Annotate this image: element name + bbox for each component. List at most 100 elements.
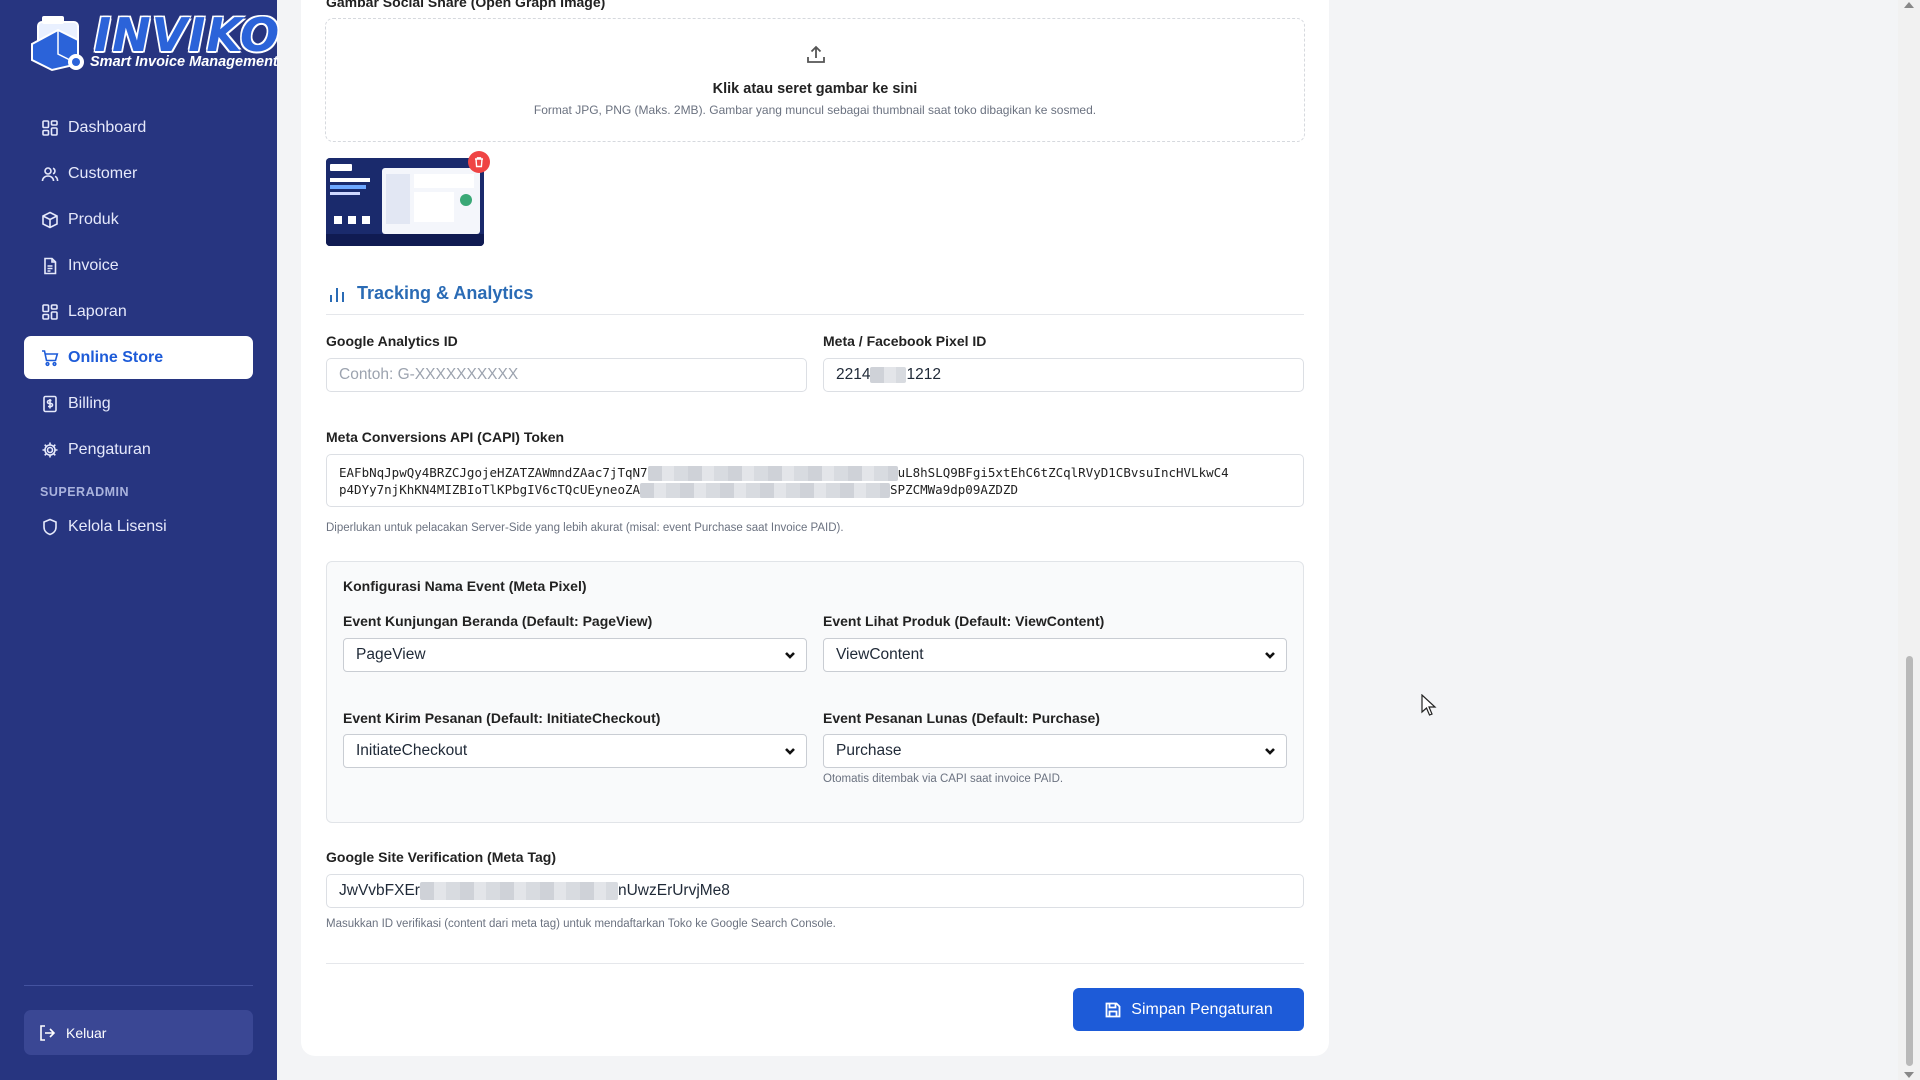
verification-value-end: nUwzErUrvjMe8	[617, 882, 730, 899]
mouse-cursor-icon	[1421, 694, 1437, 716]
product-event-label: Event Lihat Produk (Default: ViewContent…	[823, 613, 1105, 629]
verification-help-text: Masukkan ID verifikasi (content dari met…	[326, 918, 836, 930]
thumbnail-preview-image	[326, 158, 484, 246]
sidebar-item-produk[interactable]: Produk	[24, 198, 253, 241]
save-button-label: Simpan Pengaturan	[1131, 1000, 1273, 1018]
home-event-value: PageView	[356, 646, 426, 663]
site-verification-input[interactable]: JwVvbFXEr nUwzErUrvjMe8	[326, 874, 1304, 908]
bar-chart-icon	[330, 287, 344, 302]
sidebar-item-invoice[interactable]: Invoice	[24, 244, 253, 287]
capi-token-textarea[interactable]: EAFbNqJpwQy4BRZCJgojeHZATZAWmndZAac7jTqN…	[326, 454, 1304, 507]
chevron-down-icon	[785, 748, 795, 755]
verification-value-start: JwVvbFXEr	[339, 882, 420, 899]
dropzone-subtitle: Format JPG, PNG (Maks. 2MB). Gambar yang…	[533, 103, 1097, 117]
capi-token-line1-end: uL8hSLQ9BFgi5xtEhC6tZCqlRVyD1CBvsuIncHVL…	[897, 465, 1229, 480]
ga-id-label: Google Analytics ID	[326, 333, 458, 349]
pixel-id-value-start: 2214	[836, 366, 871, 383]
page-scrollbar[interactable]	[1898, 0, 1920, 1080]
purchase-event-value: Purchase	[836, 742, 902, 759]
users-icon	[41, 165, 59, 183]
save-icon	[1105, 1002, 1121, 1017]
grid-icon	[41, 303, 59, 321]
dropzone-title: Klik atau seret gambar ke sini	[712, 81, 918, 97]
sidebar-item-label: Pengaturan	[68, 440, 151, 458]
home-event-label: Event Kunjungan Beranda (Default: PageVi…	[343, 613, 653, 629]
site-verification-label: Google Site Verification (Meta Tag)	[326, 849, 556, 865]
sidebar-item-kelola-lisensi[interactable]: Kelola Lisensi	[24, 505, 253, 548]
sidebar-item-label: Produk	[68, 210, 119, 228]
pixel-id-value-end: 1212	[906, 366, 941, 383]
truck-box-logo-icon	[31, 16, 84, 72]
logout-label: Keluar	[66, 1024, 107, 1041]
logout-button[interactable]: Keluar	[24, 1010, 253, 1055]
sidebar-divider	[24, 985, 253, 986]
redacted-block	[647, 466, 898, 481]
shield-icon	[41, 518, 59, 536]
capi-token-line2-start: p4DYy7njKhKN4MIZBIoTlKPbgIV6cTQcUEyneoZA	[339, 482, 641, 497]
grid-icon	[41, 119, 59, 137]
tracking-title-text: Tracking & Analytics	[357, 283, 534, 303]
sidebar-item-label: Invoice	[68, 256, 119, 274]
trash-icon	[475, 157, 483, 168]
scrollbar-thumb[interactable]	[1906, 656, 1913, 1066]
delete-image-button[interactable]	[468, 151, 490, 173]
sidebar-item-label: Billing	[68, 394, 111, 412]
redacted-block	[870, 367, 907, 383]
brand-tagline: Smart Invoice Management	[90, 54, 278, 70]
checkout-event-select[interactable]: InitiateCheckout	[343, 734, 807, 768]
event-config-panel	[326, 561, 1304, 823]
chevron-down-icon	[1265, 748, 1275, 755]
capi-token-line1-start: EAFbNqJpwQy4BRZCJgojeHZATZAWmndZAac7jTqN…	[339, 465, 648, 480]
sidebar-item-customer[interactable]: Customer	[24, 152, 253, 195]
og-image-dropzone[interactable]: Klik atau seret gambar ke sini Format JP…	[325, 18, 1305, 142]
sidebar-item-online-store[interactable]: Online Store	[24, 336, 253, 379]
scroll-down-arrow-icon[interactable]	[1904, 1072, 1914, 1078]
save-settings-button[interactable]: Simpan Pengaturan	[1073, 988, 1304, 1031]
sidebar: INVIKO Smart Invoice Management Dashboar…	[0, 0, 279, 1080]
upload-icon	[807, 45, 825, 63]
purchase-event-select[interactable]: Purchase	[823, 734, 1287, 768]
checkout-event-value: InitiateCheckout	[356, 742, 468, 759]
event-config-title: Konfigurasi Nama Event (Meta Pixel)	[343, 578, 587, 594]
tracking-section-title: Tracking & Analytics	[327, 283, 533, 304]
capi-help-text: Diperlukan untuk pelacakan Server-Side y…	[326, 522, 844, 534]
redacted-block	[640, 483, 891, 498]
capi-token-label: Meta Conversions API (CAPI) Token	[326, 429, 565, 445]
home-event-select[interactable]: PageView	[343, 638, 807, 672]
receipt-icon	[41, 395, 59, 413]
sidebar-nav: Dashboard Customer Produk Invoice Lapora…	[24, 106, 253, 551]
sidebar-item-label: Customer	[68, 164, 138, 182]
capi-token-line2-end: SPZCMWa9dp09AZDZD	[890, 482, 1018, 497]
sidebar-item-label: Kelola Lisensi	[68, 517, 167, 535]
sidebar-item-label: Laporan	[68, 302, 127, 320]
brand-name: INVIKO	[94, 8, 281, 62]
og-image-label: Gambar Social Share (Open Graph Image)	[326, 0, 606, 10]
sidebar-item-label: Dashboard	[68, 118, 147, 136]
section-divider	[326, 314, 1304, 315]
sidebar-item-dashboard[interactable]: Dashboard	[24, 106, 253, 149]
sidebar-item-billing[interactable]: Billing	[24, 382, 253, 425]
scroll-up-arrow-icon[interactable]	[1904, 2, 1914, 8]
checkout-event-label: Event Kirim Pesanan (Default: InitiateCh…	[343, 710, 661, 726]
box-icon	[41, 211, 59, 229]
product-event-select[interactable]: ViewContent	[823, 638, 1287, 672]
purchase-help-text: Otomatis ditembak via CAPI saat invoice …	[823, 773, 1064, 785]
footer-divider	[326, 963, 1304, 964]
brand-logo[interactable]: INVIKO Smart Invoice Management	[24, 12, 279, 74]
gear-icon	[41, 441, 59, 459]
logout-icon	[40, 1024, 56, 1041]
pixel-id-label: Meta / Facebook Pixel ID	[823, 333, 987, 349]
sidebar-item-pengaturan[interactable]: Pengaturan	[24, 428, 253, 471]
sidebar-item-label: Online Store	[68, 348, 164, 366]
ga-id-input[interactable]: Contoh: G-XXXXXXXXXX	[326, 358, 807, 392]
pixel-id-input[interactable]: 2214 1212	[823, 358, 1304, 392]
chevron-down-icon	[785, 652, 795, 659]
sidebar-item-laporan[interactable]: Laporan	[24, 290, 253, 333]
purchase-event-label: Event Pesanan Lunas (Default: Purchase)	[823, 710, 1100, 726]
product-event-value: ViewContent	[836, 646, 924, 663]
cart-icon	[41, 349, 59, 367]
chevron-down-icon	[1265, 652, 1275, 659]
file-icon	[41, 257, 59, 275]
sidebar-section-superadmin: SUPERADMIN	[40, 485, 130, 499]
og-image-thumbnail	[326, 158, 484, 246]
